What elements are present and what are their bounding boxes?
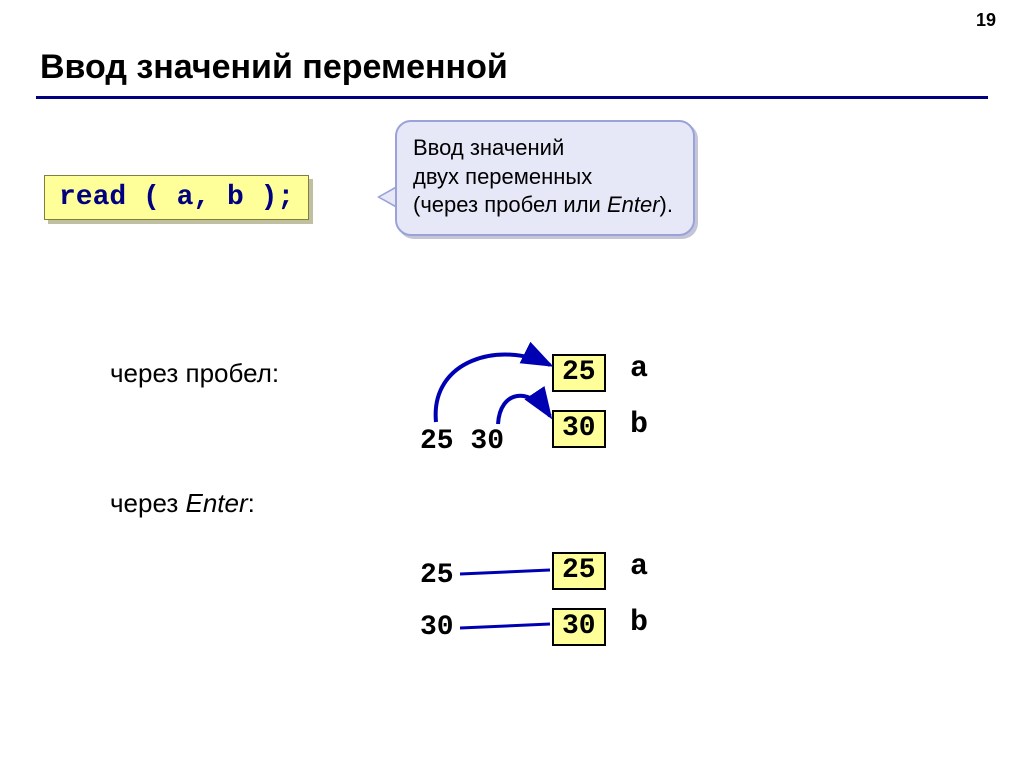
page-number: 19 <box>976 10 996 31</box>
var-a-enter: a <box>630 550 648 584</box>
label-enter-em: Enter <box>186 488 248 518</box>
label-enter: через Enter: <box>110 488 255 519</box>
label-enter-suffix: : <box>248 488 255 518</box>
var-a-space: a <box>630 352 648 386</box>
callout-line3-em: Enter <box>607 192 660 217</box>
value-box-b-enter: 30 <box>552 608 606 646</box>
callout-line2: двух переменных <box>413 164 592 189</box>
input-enter-2: 30 <box>420 612 454 643</box>
label-space: через пробел: <box>110 358 279 389</box>
title-underline <box>36 96 988 99</box>
callout-line3-prefix: (через пробел или <box>413 192 607 217</box>
label-enter-prefix: через <box>110 488 186 518</box>
line-a-enter <box>460 560 560 590</box>
value-box-a-enter: 25 <box>552 552 606 590</box>
slide-title: Ввод значений переменной <box>40 48 508 87</box>
callout-line3-suffix: ). <box>660 192 673 217</box>
code-read-ab: read ( a, b ); <box>44 175 309 220</box>
var-b-enter: b <box>630 606 648 640</box>
callout-box: Ввод значений двух переменных (через про… <box>395 120 695 236</box>
callout-line1: Ввод значений <box>413 135 564 160</box>
input-enter-1: 25 <box>420 560 454 591</box>
var-b-space: b <box>630 408 648 442</box>
input-space: 25 30 <box>420 426 504 457</box>
value-box-b-space: 30 <box>552 410 606 448</box>
line-b-enter <box>460 614 560 644</box>
value-box-a-space: 25 <box>552 354 606 392</box>
